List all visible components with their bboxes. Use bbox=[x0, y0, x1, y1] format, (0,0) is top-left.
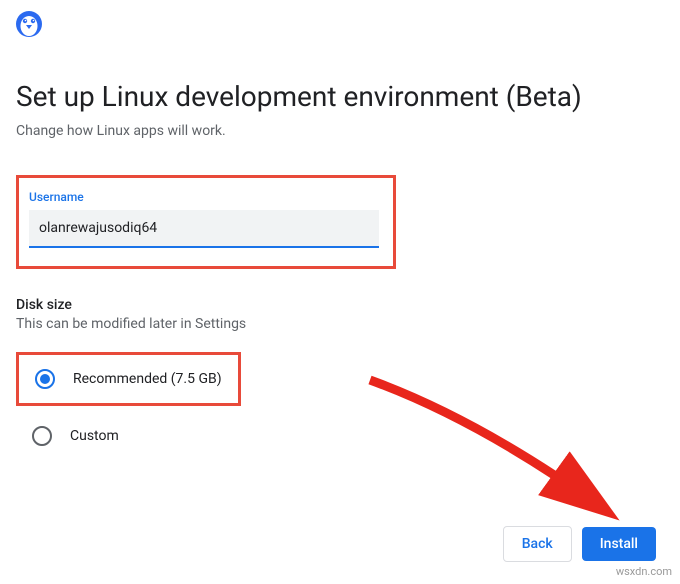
watermark: wsxdn.com bbox=[616, 565, 672, 578]
page-subtitle: Change how Linux apps will work. bbox=[16, 123, 664, 139]
username-section-highlight: Username bbox=[16, 175, 396, 269]
recommended-label: Recommended (7.5 GB) bbox=[73, 371, 222, 387]
page-title: Set up Linux development environment (Be… bbox=[16, 80, 664, 113]
disk-size-header: Disk size bbox=[16, 297, 664, 313]
footer-actions: Back Install bbox=[503, 526, 656, 562]
custom-label: Custom bbox=[70, 428, 119, 444]
install-button[interactable]: Install bbox=[582, 527, 656, 561]
disk-size-sub: This can be modified later in Settings bbox=[16, 316, 664, 332]
back-button[interactable]: Back bbox=[503, 526, 572, 562]
recommended-option-highlight: Recommended (7.5 GB) bbox=[16, 352, 241, 406]
radio-selected-icon bbox=[35, 369, 55, 389]
disk-option-recommended[interactable]: Recommended (7.5 GB) bbox=[27, 365, 230, 393]
radio-unselected-icon bbox=[32, 426, 52, 446]
username-field[interactable] bbox=[29, 210, 379, 248]
username-label: Username bbox=[29, 190, 383, 204]
disk-option-custom[interactable]: Custom bbox=[16, 422, 664, 450]
penguin-icon bbox=[15, 10, 43, 40]
